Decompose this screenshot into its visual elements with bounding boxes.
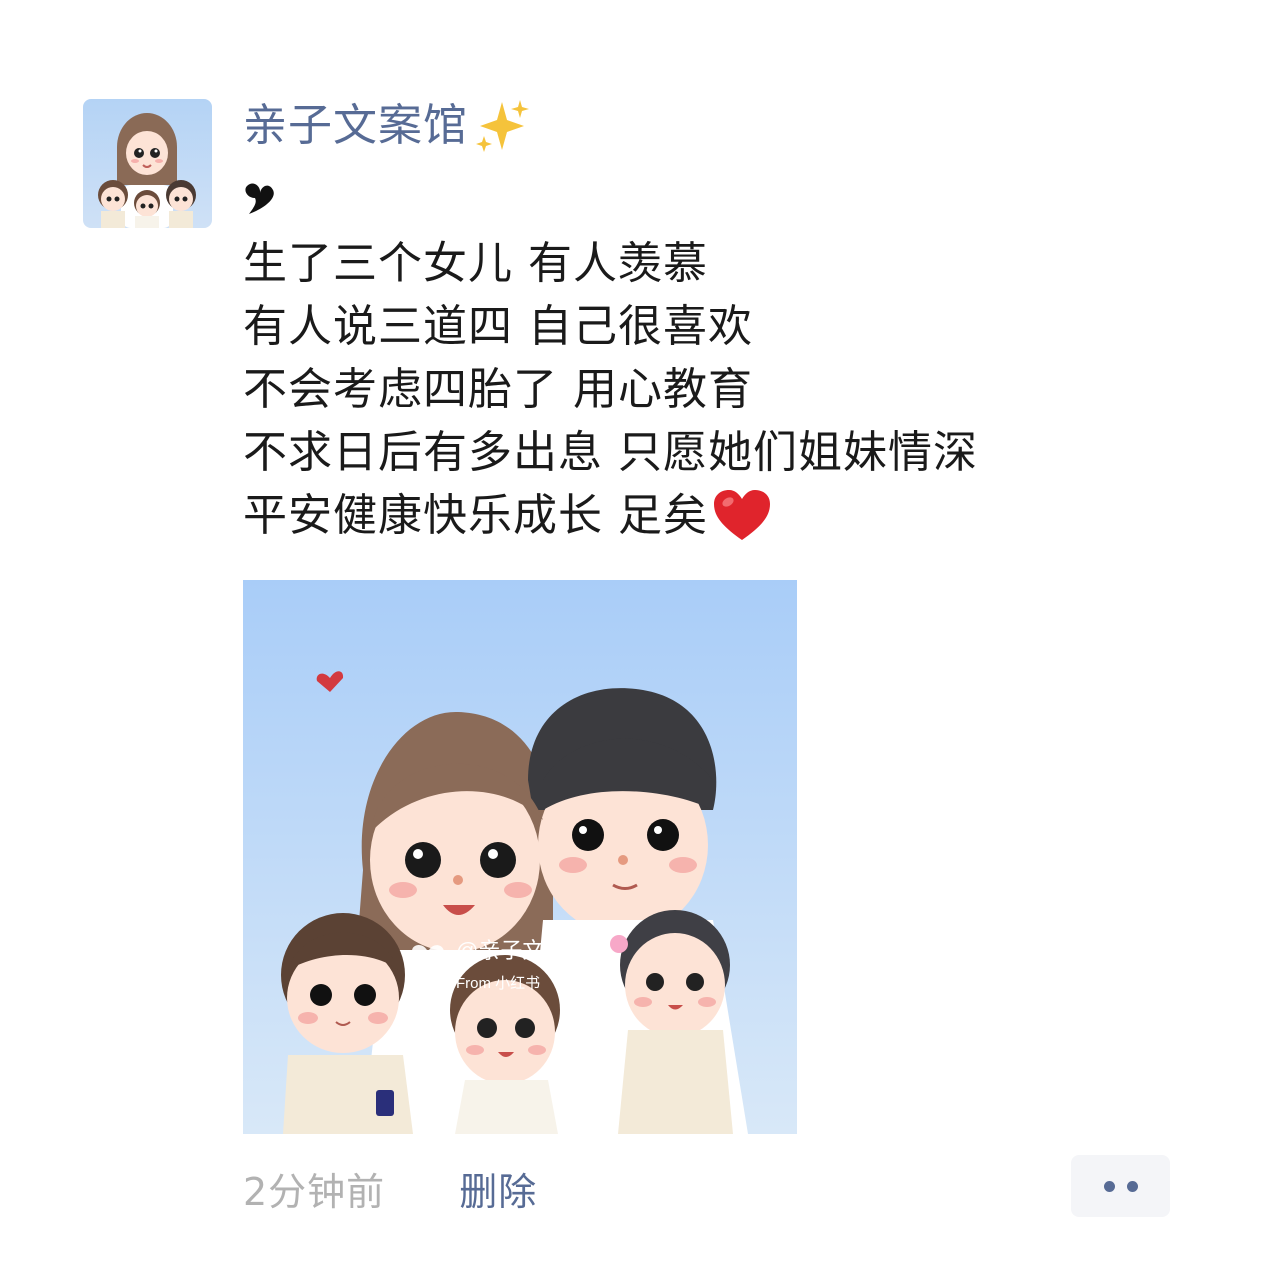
post-footer: 2分钟前 删除 <box>243 1158 537 1218</box>
post-line-5: 平安健康快乐成长 足矣 <box>243 490 708 541</box>
avatar-illustration <box>98 113 196 228</box>
family-illustration: @亲子文案馆 From 小红书 <box>243 580 797 1134</box>
watermark-handle: @亲子文案馆 <box>456 938 588 963</box>
red-heart-icon <box>714 489 770 540</box>
black-heart-suit-icon <box>245 183 274 214</box>
two-dots-icon <box>1103 1180 1115 1192</box>
author-name[interactable]: 亲子文案馆 <box>243 96 468 156</box>
post-line-4: 不求日后有多出息 只愿她们姐妹情深 <box>243 427 978 478</box>
post-image[interactable]: @亲子文案馆 From 小红书 <box>243 580 797 1134</box>
author-header: 亲子文案馆 <box>243 96 532 156</box>
timestamp: 2分钟前 <box>243 1169 386 1214</box>
author-avatar[interactable] <box>83 99 212 228</box>
moments-post: 亲子文案馆 生了三个女儿 有人羡慕 有人说三道四 自己很喜欢 不会考虑四胎了 用… <box>0 0 1280 1280</box>
more-actions-button[interactable] <box>1071 1155 1170 1217</box>
post-line-5-row: 平安健康快乐成长 足矣 <box>243 484 1143 547</box>
two-dots-icon-dot <box>1126 1180 1138 1192</box>
post-line-2: 有人说三道四 自己很喜欢 <box>243 301 753 352</box>
watermark-source: From 小红书 <box>456 975 540 992</box>
post-line-3: 不会考虑四胎了 用心教育 <box>243 364 753 415</box>
post-line-1: 生了三个女儿 有人羡慕 <box>243 238 708 289</box>
delete-link[interactable]: 删除 <box>459 1161 537 1216</box>
sparkles-icon <box>476 100 529 152</box>
post-text: 生了三个女儿 有人羡慕 有人说三道四 自己很喜欢 不会考虑四胎了 用心教育 不求… <box>243 178 1143 547</box>
